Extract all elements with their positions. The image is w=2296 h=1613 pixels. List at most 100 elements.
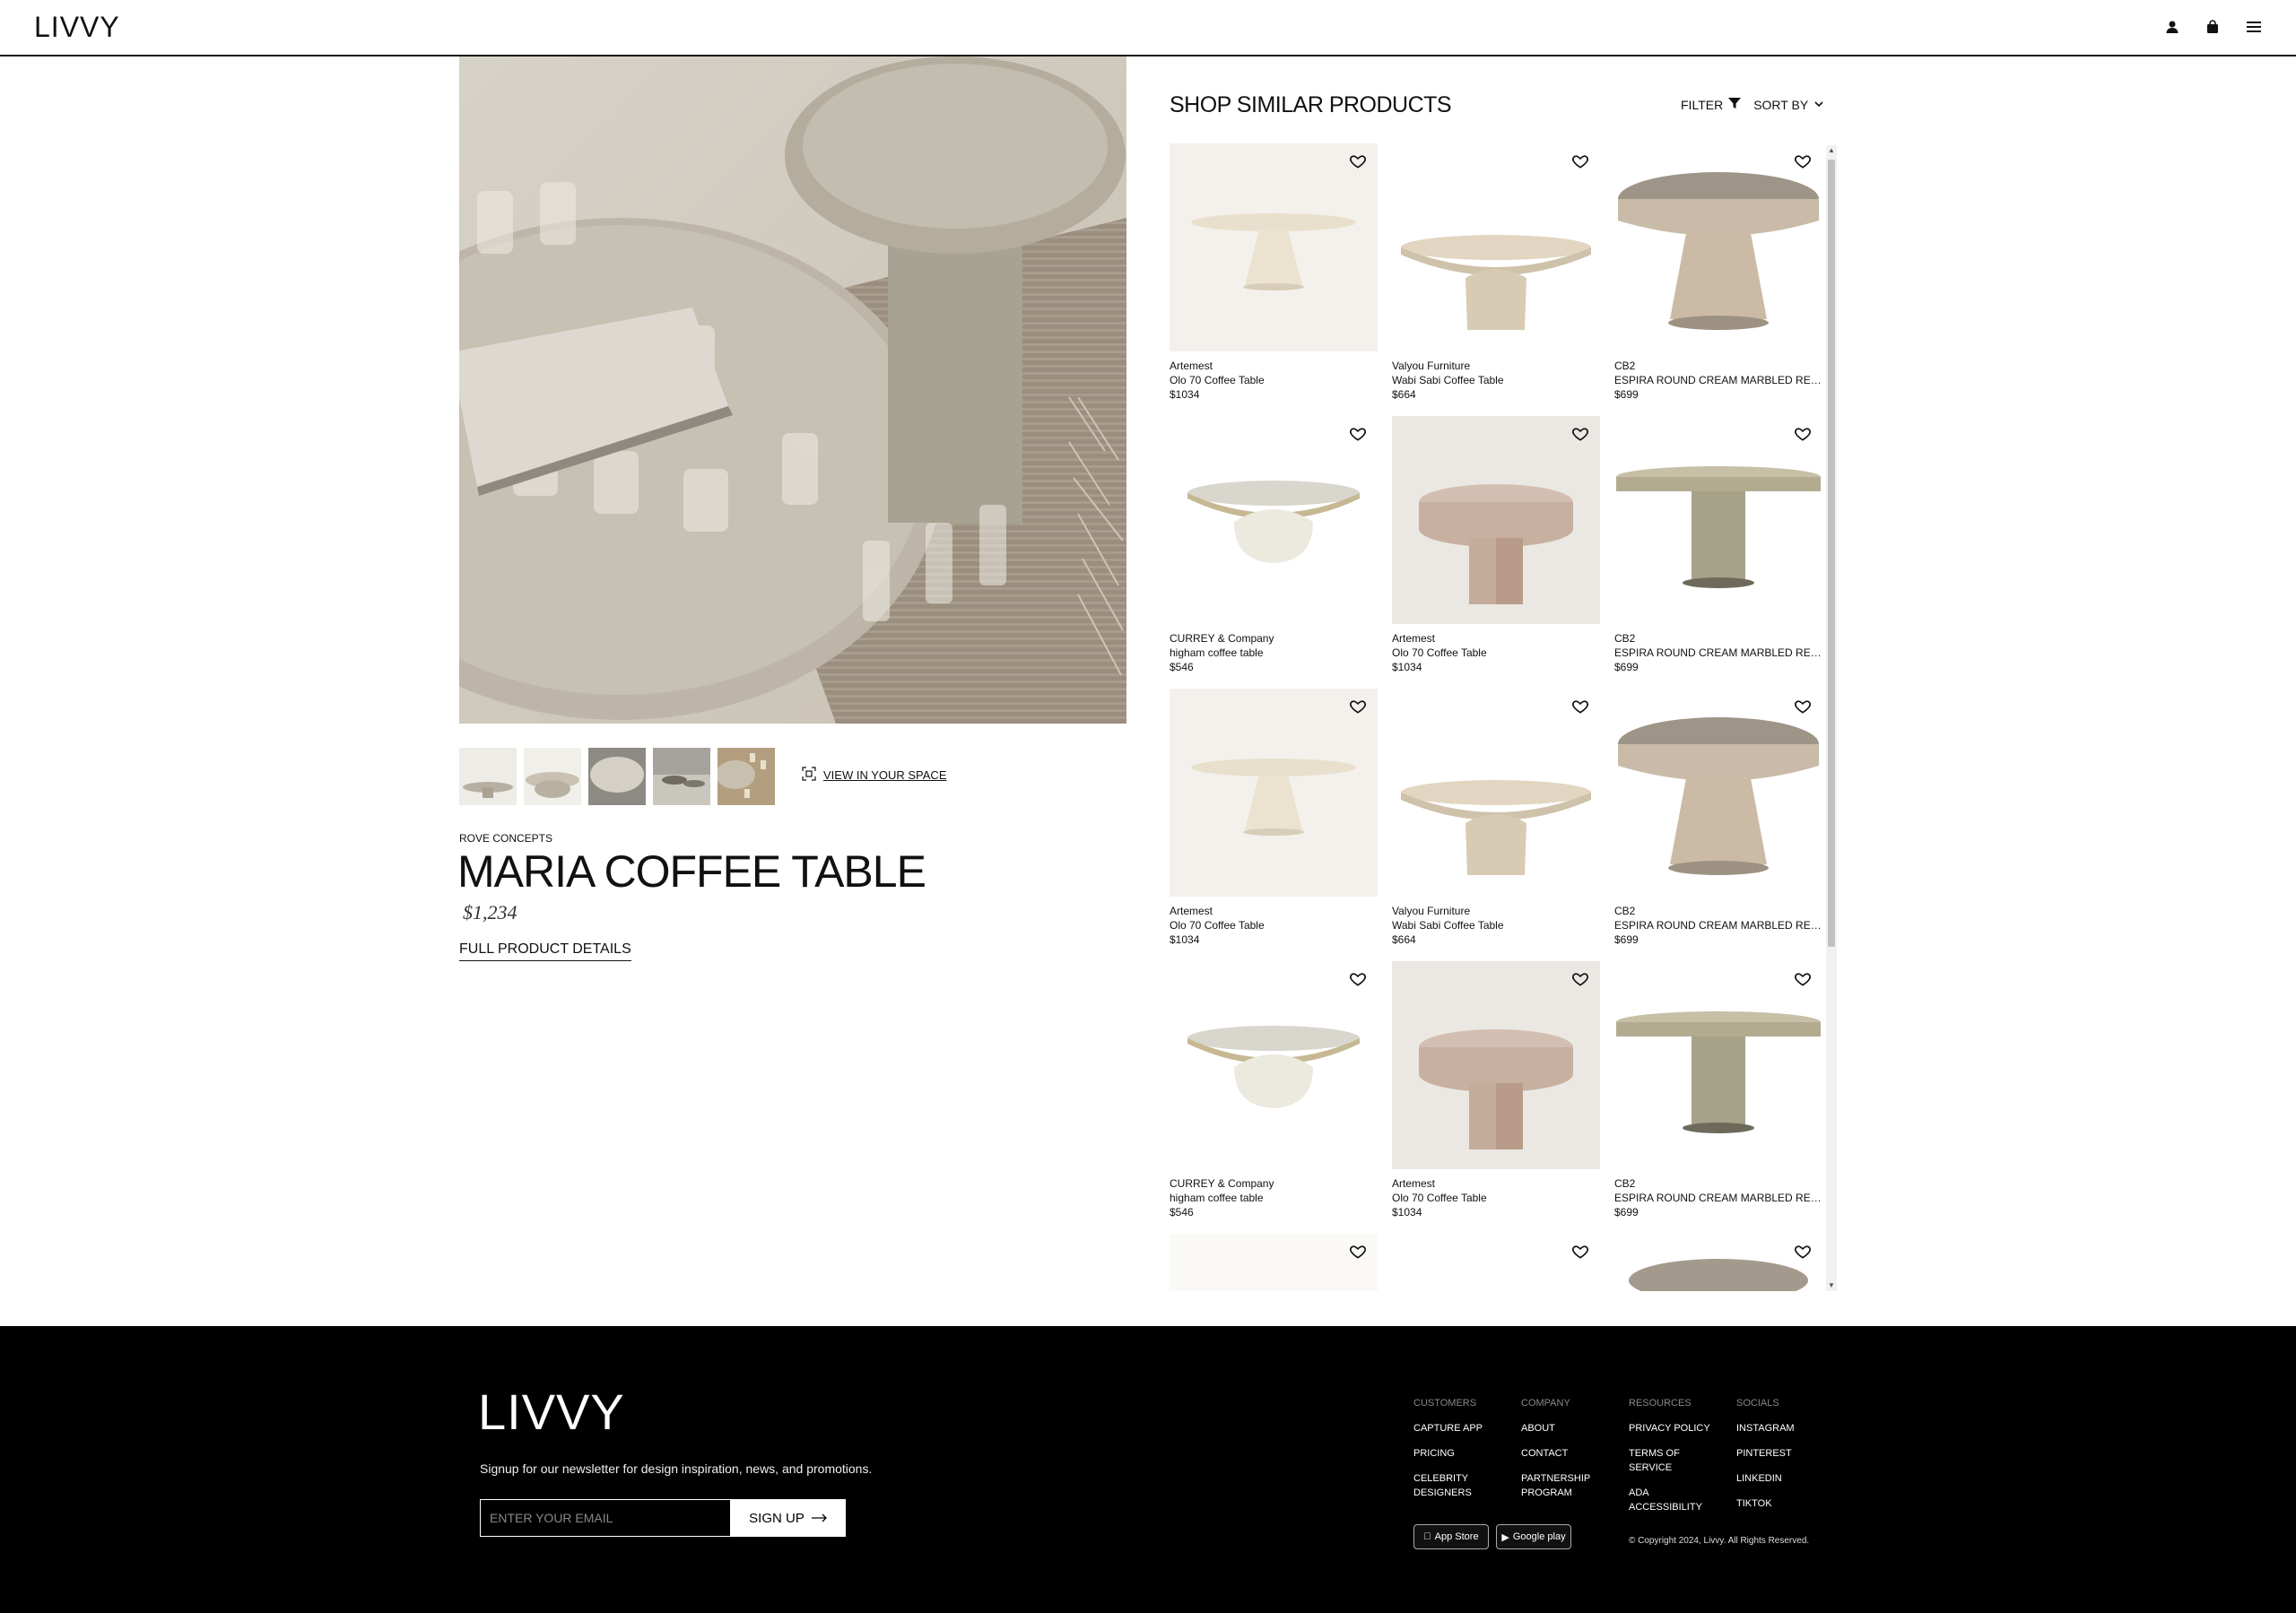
thumbnail[interactable] bbox=[653, 748, 710, 805]
product-brand[interactable]: ROVE CONCEPTS bbox=[459, 832, 552, 845]
footer-link[interactable]: PRICING bbox=[1413, 1446, 1485, 1461]
menu-icon[interactable] bbox=[2243, 16, 2265, 38]
product-card-name: ESPIRA ROUND CREAM MARBLED RESIN... bbox=[1614, 919, 1822, 932]
bag-icon[interactable] bbox=[2202, 16, 2223, 38]
product-card[interactable]: CB2 ESPIRA ROUND CREAM MARBLED RESIN... $6… bbox=[1614, 416, 1822, 689]
product-card[interactable]: CURREY & Company higham coffee table $546 bbox=[1170, 416, 1378, 689]
thumbnail[interactable] bbox=[524, 748, 581, 805]
email-input[interactable] bbox=[480, 1499, 731, 1537]
product-card-image[interactable] bbox=[1614, 143, 1822, 351]
product-card[interactable] bbox=[1170, 1234, 1378, 1291]
footer-link[interactable]: LINKEDIN bbox=[1736, 1471, 1795, 1486]
product-card-image[interactable] bbox=[1392, 143, 1600, 351]
heart-icon[interactable] bbox=[1349, 970, 1367, 988]
footer-link[interactable]: CAPTURE APP bbox=[1413, 1421, 1485, 1435]
heart-icon[interactable] bbox=[1571, 698, 1589, 715]
product-card-brand: Valyou Furniture bbox=[1392, 905, 1471, 917]
product-card[interactable]: CB2 ESPIRA ROUND CREAM MARBLED RESIN... $6… bbox=[1614, 143, 1822, 416]
product-card-name: higham coffee table bbox=[1170, 1192, 1264, 1204]
heart-icon[interactable] bbox=[1349, 425, 1367, 443]
product-card-name: Olo 70 Coffee Table bbox=[1170, 374, 1265, 386]
thumbnail[interactable] bbox=[588, 748, 646, 805]
product-card-image[interactable] bbox=[1392, 416, 1600, 624]
heart-icon[interactable] bbox=[1349, 698, 1367, 715]
account-icon[interactable] bbox=[2161, 16, 2183, 38]
scroll-down-arrow[interactable]: ▼ bbox=[1826, 1280, 1837, 1291]
scrollbar-thumb[interactable] bbox=[1828, 160, 1835, 947]
product-card-brand: CURREY & Company bbox=[1170, 632, 1274, 645]
product-card-image[interactable] bbox=[1170, 689, 1378, 897]
heart-icon[interactable] bbox=[1349, 1243, 1367, 1261]
footer-col-company: COMPANY ABOUT CONTACT PARTNERSHIP PROGRA… bbox=[1521, 1396, 1602, 1511]
brand-logo[interactable]: LIVVY bbox=[34, 11, 120, 44]
sort-by-button[interactable]: SORT BY bbox=[1753, 97, 1824, 112]
product-card-price: $699 bbox=[1614, 933, 1639, 946]
footer-link[interactable]: CELEBRITY DESIGNERS bbox=[1413, 1471, 1485, 1500]
product-card-image[interactable] bbox=[1614, 416, 1822, 624]
product-card-image[interactable] bbox=[1392, 1234, 1600, 1291]
product-card[interactable]: Artemest Olo 70 Coffee Table $1034 bbox=[1392, 416, 1600, 689]
product-card-image[interactable] bbox=[1170, 961, 1378, 1169]
apple-icon:  bbox=[1423, 1531, 1431, 1542]
heart-icon[interactable] bbox=[1571, 1243, 1589, 1261]
product-card-image[interactable] bbox=[1614, 1234, 1822, 1291]
heart-icon[interactable] bbox=[1571, 425, 1589, 443]
heart-icon[interactable] bbox=[1571, 152, 1589, 170]
footer-link[interactable]: TIKTOK bbox=[1736, 1496, 1795, 1511]
sign-up-button[interactable]: SIGN UP bbox=[731, 1499, 846, 1537]
ar-scan-icon bbox=[802, 767, 816, 784]
footer-link[interactable]: TERMS OF SERVICE bbox=[1629, 1446, 1692, 1475]
heart-icon[interactable] bbox=[1571, 970, 1589, 988]
product-card[interactable] bbox=[1614, 1234, 1822, 1291]
chevron-down-icon bbox=[1813, 98, 1824, 112]
product-card[interactable]: CURREY & Company higham coffee table $546 bbox=[1170, 961, 1378, 1234]
thumbnail-strip bbox=[459, 748, 775, 805]
product-card[interactable]: Artemest Olo 70 Coffee Table $1034 bbox=[1392, 961, 1600, 1234]
product-card-image[interactable] bbox=[1614, 689, 1822, 897]
heart-icon[interactable] bbox=[1794, 970, 1812, 988]
heart-icon[interactable] bbox=[1794, 152, 1812, 170]
footer-link[interactable]: INSTAGRAM bbox=[1736, 1421, 1795, 1435]
product-card-image[interactable] bbox=[1392, 961, 1600, 1169]
footer-link[interactable]: PINTEREST bbox=[1736, 1446, 1795, 1461]
heart-icon[interactable] bbox=[1794, 698, 1812, 715]
view-in-your-space-link[interactable]: VIEW IN YOUR SPACE bbox=[802, 767, 947, 784]
footer-link[interactable]: ABOUT bbox=[1521, 1421, 1602, 1435]
product-card[interactable]: Artemest Olo 70 Coffee Table $1034 bbox=[1170, 689, 1378, 961]
footer-link[interactable]: PRIVACY POLICY bbox=[1629, 1421, 1710, 1435]
scroll-up-arrow[interactable]: ▲ bbox=[1826, 145, 1837, 156]
footer-link[interactable]: ADA ACCESSIBILITY bbox=[1629, 1486, 1709, 1514]
product-card-image[interactable] bbox=[1170, 1234, 1378, 1291]
product-hero-image[interactable] bbox=[459, 56, 1126, 724]
filter-button[interactable]: FILTER bbox=[1681, 97, 1742, 112]
product-card[interactable]: Valyou Furniture Wabi Sabi Coffee Table $6… bbox=[1392, 143, 1600, 416]
footer-link[interactable]: PARTNERSHIP PROGRAM bbox=[1521, 1471, 1602, 1500]
thumbnail[interactable] bbox=[459, 748, 517, 805]
product-card[interactable]: Artemest Olo 70 Coffee Table $1034 bbox=[1170, 143, 1378, 416]
app-store-label: App Store bbox=[1431, 1531, 1479, 1542]
product-card[interactable]: CB2 ESPIRA ROUND CREAM MARBLED RESIN... $6… bbox=[1614, 689, 1822, 961]
heart-icon[interactable] bbox=[1794, 1243, 1812, 1261]
full-product-details-link[interactable]: FULL PRODUCT DETAILS bbox=[459, 941, 631, 961]
product-card-name: ESPIRA ROUND CREAM MARBLED RESIN... bbox=[1614, 646, 1822, 659]
product-card-brand: Artemest bbox=[1170, 360, 1213, 372]
product-card-image[interactable] bbox=[1170, 416, 1378, 624]
footer-col-head: COMPANY bbox=[1521, 1398, 1570, 1409]
footer-col-head: CUSTOMERS bbox=[1413, 1398, 1477, 1409]
footer-link[interactable]: CONTACT bbox=[1521, 1446, 1602, 1461]
heart-icon[interactable] bbox=[1349, 152, 1367, 170]
product-card[interactable] bbox=[1392, 1234, 1600, 1291]
play-icon: ▶ bbox=[1501, 1531, 1509, 1543]
footer-logo[interactable]: LIVVY bbox=[478, 1383, 625, 1441]
product-card-image[interactable] bbox=[1170, 143, 1378, 351]
product-card-image[interactable] bbox=[1392, 689, 1600, 897]
product-card[interactable]: CB2 ESPIRA ROUND CREAM MARBLED RESIN... $6… bbox=[1614, 961, 1822, 1234]
product-card-price: $546 bbox=[1170, 1206, 1194, 1218]
thumbnail[interactable] bbox=[718, 748, 775, 805]
app-store-badge[interactable]:  App Store bbox=[1413, 1524, 1489, 1549]
product-card-image[interactable] bbox=[1614, 961, 1822, 1169]
product-card-brand: CB2 bbox=[1614, 1177, 1636, 1190]
heart-icon[interactable] bbox=[1794, 425, 1812, 443]
google-play-badge[interactable]: ▶ Google play bbox=[1496, 1524, 1571, 1549]
product-card[interactable]: Valyou Furniture Wabi Sabi Coffee Table $6… bbox=[1392, 689, 1600, 961]
